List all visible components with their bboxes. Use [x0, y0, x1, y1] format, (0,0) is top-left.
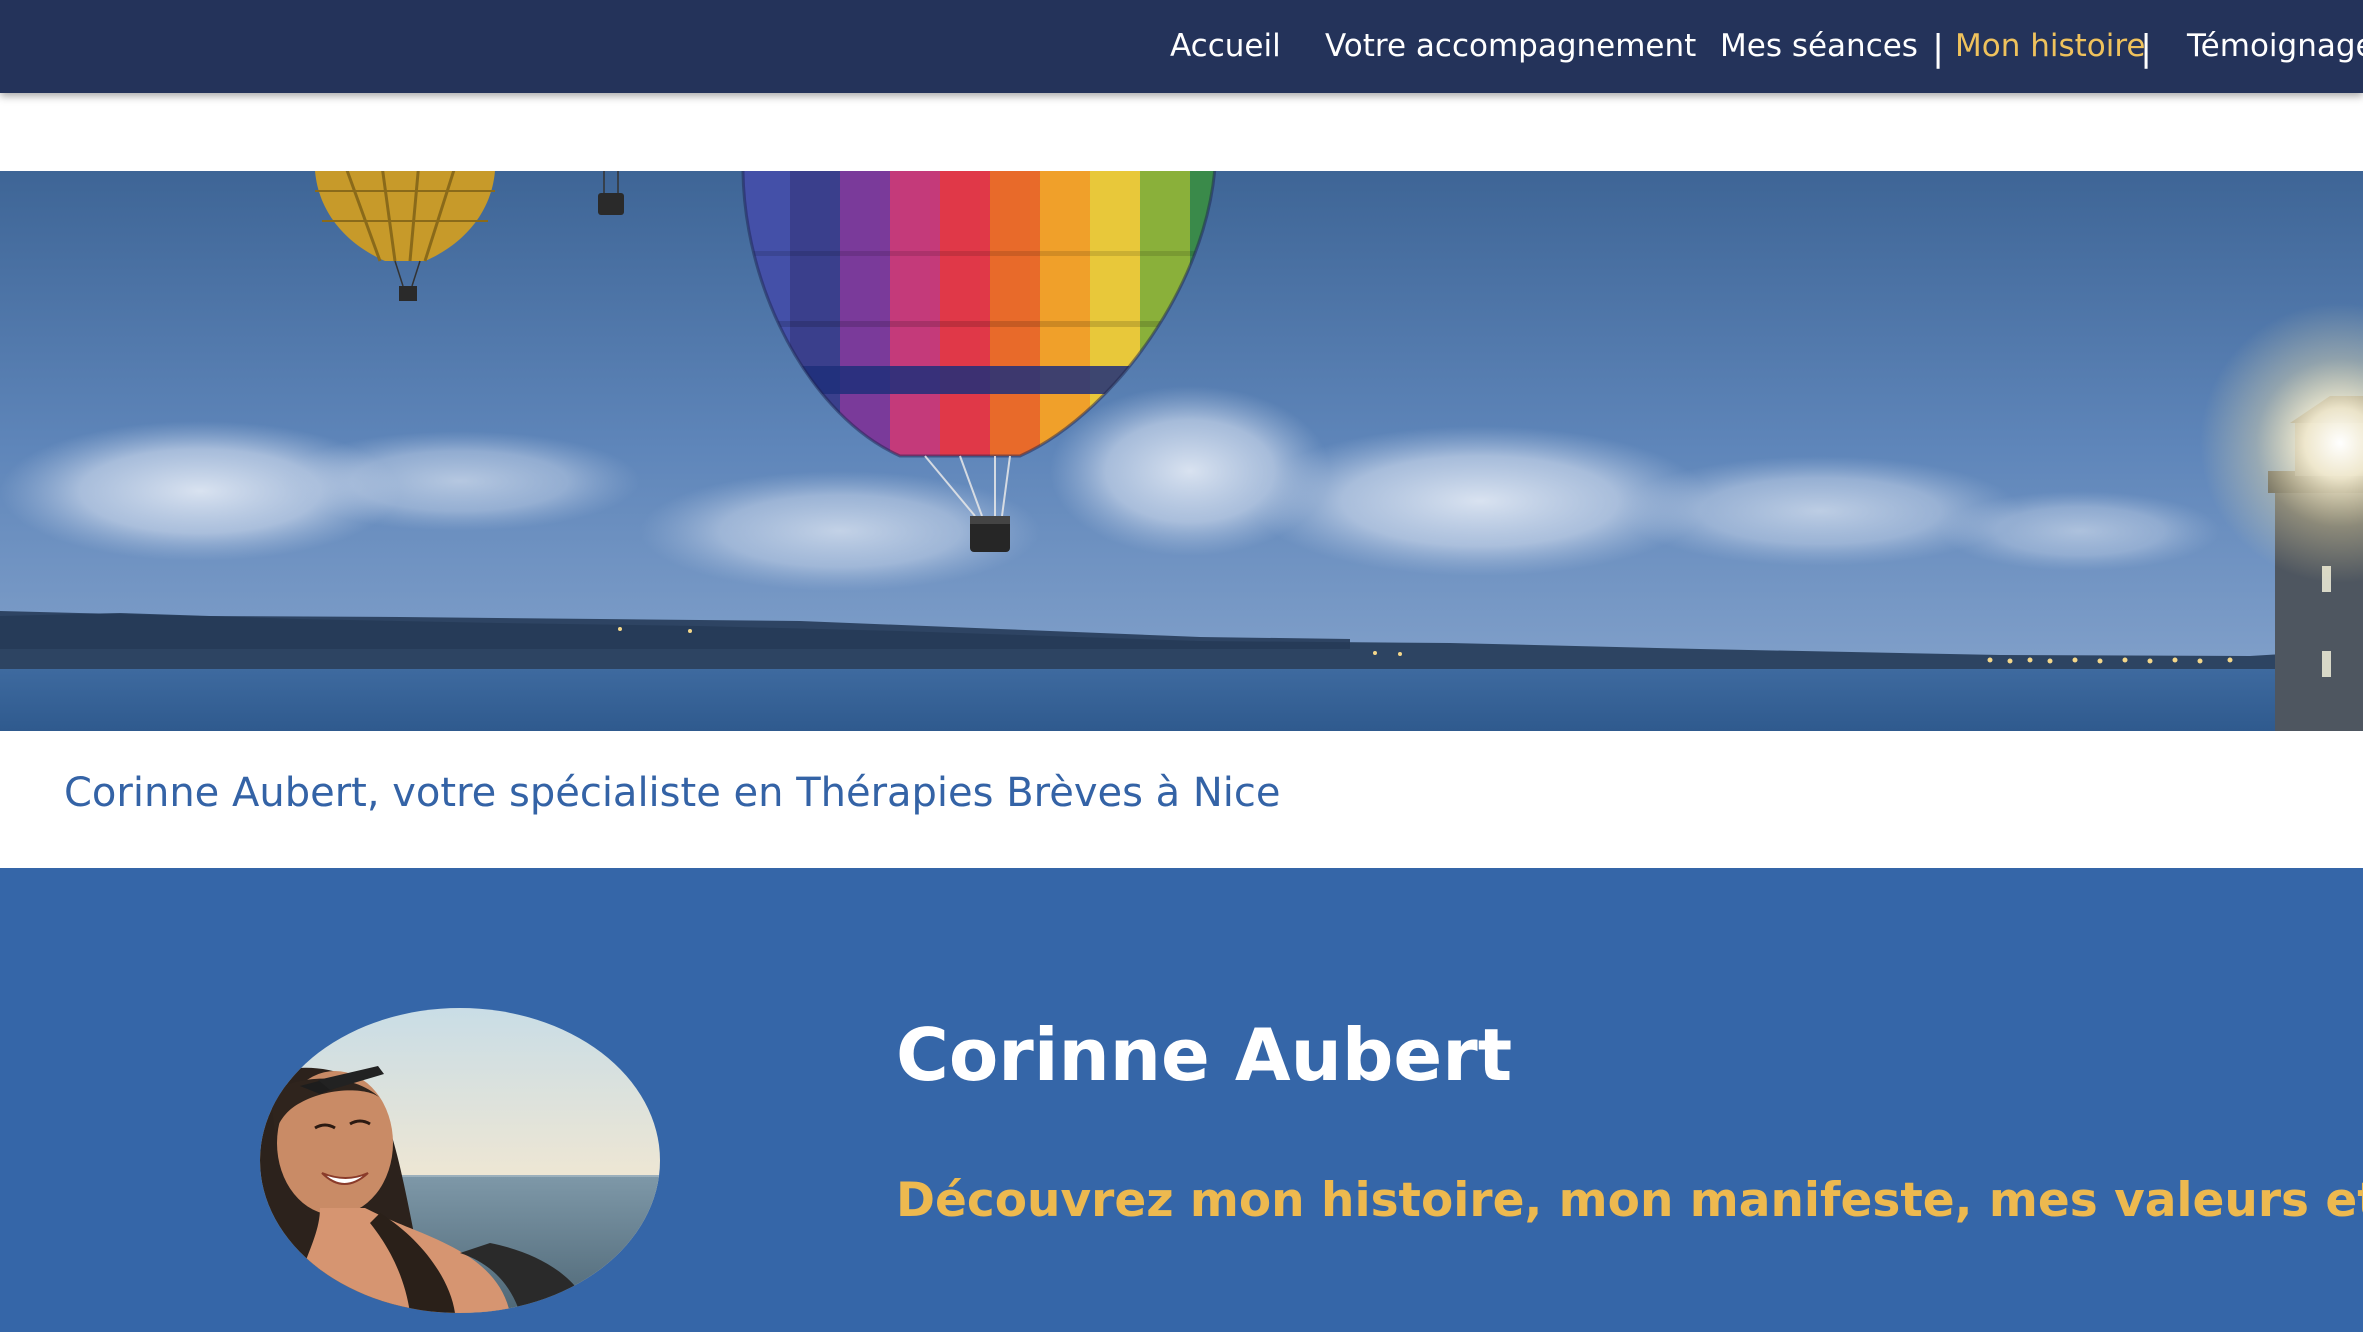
nav-item-votre-accompagnement[interactable]: Votre accompagnement — [1325, 0, 1696, 93]
profile-section: Corinne Aubert Découvrez mon histoire, m… — [0, 868, 2363, 1332]
nav-item-accueil[interactable]: Accueil — [1170, 0, 1281, 93]
profile-name: Corinne Aubert — [896, 1013, 1513, 1097]
hero-banner — [0, 171, 2363, 731]
nav-item-temoignage[interactable]: Témoignage — [2187, 0, 2363, 93]
main-navigation: Accueil Votre accompagnement Mes séances… — [0, 0, 2363, 93]
nav-separator-right: | — [2140, 28, 2153, 69]
nav-item-mes-seances[interactable]: Mes séances — [1720, 0, 1918, 93]
page-tagline: Corinne Aubert, votre spécialiste en Thé… — [64, 770, 1281, 816]
nav-item-mon-histoire[interactable]: Mon histoire — [1955, 0, 2146, 93]
portrait-photo — [260, 1008, 660, 1313]
hero-balloons-lighthouse-image — [0, 171, 2363, 731]
avatar — [260, 1008, 660, 1313]
profile-subtitle: Découvrez mon histoire, mon manifeste, m… — [896, 1173, 2363, 1228]
nav-separator-left: | — [1932, 28, 1945, 69]
